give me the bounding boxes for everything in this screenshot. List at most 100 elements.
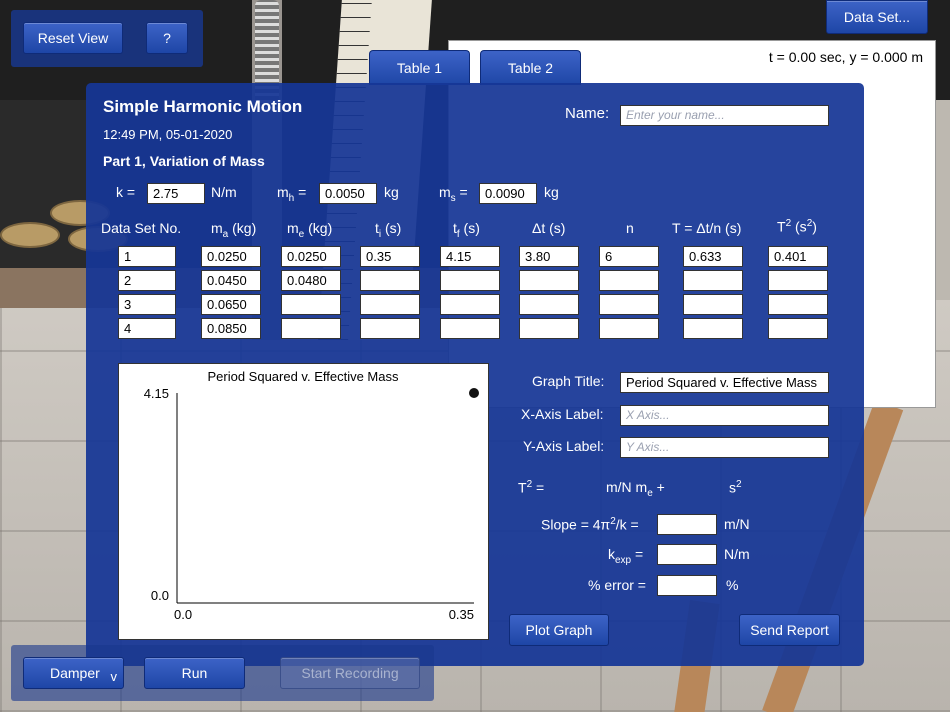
graph-plot: Period Squared v. Effective Mass 4.15 0.0 0… <box>118 363 489 640</box>
view-controls: Reset View ? <box>11 10 203 67</box>
cell-ma-row-2[interactable]: 0.0450 <box>201 270 261 291</box>
slope-input[interactable] <box>657 514 717 535</box>
chevron-down-icon: v <box>110 669 118 684</box>
ms-input[interactable]: 0.0090 <box>479 183 537 204</box>
cell-ti-row-3[interactable] <box>360 294 420 315</box>
cell-me-row-1[interactable]: 0.0250 <box>281 246 341 267</box>
kexp-label: kexp = <box>608 546 644 566</box>
name-input[interactable]: Enter your name... <box>620 105 829 126</box>
header-me: me (kg) <box>287 220 333 240</box>
y-tick-label-max: 4.15 <box>144 386 169 401</box>
damper-dropdown[interactable]: Damper v <box>23 657 124 689</box>
cell-n-row-4[interactable] <box>599 318 659 339</box>
cell-dt-row-2[interactable] <box>519 270 579 291</box>
header-ti: ti (s) <box>375 220 402 240</box>
name-label: Name: <box>565 105 610 122</box>
graph-title-input[interactable]: Period Squared v. Effective Mass <box>620 372 829 393</box>
mh-input[interactable]: 0.0050 <box>319 183 377 204</box>
equation-rhs: s2 <box>729 479 742 496</box>
cell-me-row-2[interactable]: 0.0480 <box>281 270 341 291</box>
cell-ti-row-2[interactable] <box>360 270 420 291</box>
data-set-button[interactable]: Data Set... <box>826 0 928 34</box>
error-input[interactable] <box>657 575 717 596</box>
run-button[interactable]: Run <box>144 657 245 689</box>
tab-table-2[interactable]: Table 2 <box>480 50 581 85</box>
x-tick-label-max: 0.35 <box>449 607 474 622</box>
cell-no-row-3[interactable]: 3 <box>118 294 176 315</box>
cell-T-row-1[interactable]: 0.633 <box>683 246 743 267</box>
cell-T2-row-1[interactable]: 0.401 <box>768 246 828 267</box>
header-n: n <box>626 220 634 236</box>
x-axis-input[interactable]: X Axis... <box>620 405 829 426</box>
cell-ti-row-4[interactable] <box>360 318 420 339</box>
start-recording-button[interactable]: Start Recording <box>280 657 420 689</box>
header-dataset: Data Set No. <box>101 220 182 236</box>
equation-mid: m/N me + <box>606 479 665 499</box>
k-label: k = <box>116 184 136 200</box>
graph-readout: t = 0.00 sec, y = 0.000 m <box>768 49 923 65</box>
kexp-unit: N/m <box>724 546 750 562</box>
plot-graph-button[interactable]: Plot Graph <box>509 614 609 646</box>
y-axis-input[interactable]: Y Axis... <box>620 437 829 458</box>
error-label: % error = <box>588 577 646 593</box>
cell-me-row-4[interactable] <box>281 318 341 339</box>
cell-ma-row-3[interactable]: 0.0650 <box>201 294 261 315</box>
help-button[interactable]: ? <box>146 22 188 54</box>
cell-n-row-3[interactable] <box>599 294 659 315</box>
cell-dt-row-3[interactable] <box>519 294 579 315</box>
chart-title: Period Squared v. Effective Mass <box>207 369 399 384</box>
cell-ma-row-1[interactable]: 0.0250 <box>201 246 261 267</box>
cell-n-row-1[interactable]: 6 <box>599 246 659 267</box>
header-dt: Δt (s) <box>532 220 566 236</box>
graph-title-label: Graph Title: <box>532 373 605 389</box>
cell-ti-row-1[interactable]: 0.35 <box>360 246 420 267</box>
cell-T2-row-2[interactable] <box>768 270 828 291</box>
k-unit: N/m <box>211 184 237 200</box>
cell-tf-row-1[interactable]: 4.15 <box>440 246 500 267</box>
cell-tf-row-3[interactable] <box>440 294 500 315</box>
kexp-input[interactable] <box>657 544 717 565</box>
header-tf: tf (s) <box>453 220 480 240</box>
cell-n-row-2[interactable] <box>599 270 659 291</box>
equation-lhs: T2 = <box>518 479 545 496</box>
mh-unit: kg <box>384 184 399 200</box>
lab-report-panel: Simple Harmonic Motion 12:49 PM, 05-01-2… <box>86 83 864 666</box>
slope-label: Slope = 4π2/k = <box>541 516 639 533</box>
reset-view-button[interactable]: Reset View <box>23 22 123 54</box>
ms-label: ms = <box>439 184 468 204</box>
header-ma: ma (kg) <box>211 220 257 240</box>
cell-dt-row-1[interactable]: 3.80 <box>519 246 579 267</box>
send-report-button[interactable]: Send Report <box>739 614 840 646</box>
cell-T-row-3[interactable] <box>683 294 743 315</box>
header-T: T = Δt/n (s) <box>672 220 742 236</box>
slope-unit: m/N <box>724 516 750 532</box>
cell-T-row-4[interactable] <box>683 318 743 339</box>
cell-tf-row-2[interactable] <box>440 270 500 291</box>
damper-label: Damper <box>50 665 100 681</box>
cell-T-row-2[interactable] <box>683 270 743 291</box>
k-input[interactable]: 2.75 <box>147 183 205 204</box>
y-axis-label: Y-Axis Label: <box>523 438 605 454</box>
x-axis-label: X-Axis Label: <box>521 406 604 422</box>
cell-no-row-2[interactable]: 2 <box>118 270 176 291</box>
header-T2: T2 (s2) <box>777 218 817 235</box>
cell-ma-row-4[interactable]: 0.0850 <box>201 318 261 339</box>
data-point <box>469 388 479 398</box>
ms-unit: kg <box>544 184 559 200</box>
error-unit: % <box>726 577 739 593</box>
cell-T2-row-3[interactable] <box>768 294 828 315</box>
cell-me-row-3[interactable] <box>281 294 341 315</box>
cell-no-row-1[interactable]: 1 <box>118 246 176 267</box>
panel-title: Simple Harmonic Motion <box>103 97 303 116</box>
cell-no-row-4[interactable]: 4 <box>118 318 176 339</box>
cell-tf-row-4[interactable] <box>440 318 500 339</box>
scatter-chart: Period Squared v. Effective Mass 4.15 0.0 0… <box>144 369 479 622</box>
y-tick-label-min: 0.0 <box>151 588 169 603</box>
cell-T2-row-4[interactable] <box>768 318 828 339</box>
mass-weight <box>0 222 60 248</box>
tab-table-1[interactable]: Table 1 <box>369 50 470 85</box>
x-tick-label-min: 0.0 <box>174 607 192 622</box>
timestamp: 12:49 PM, 05-01-2020 <box>103 127 233 142</box>
simulation-controls: Damper v Run Start Recording <box>11 645 434 701</box>
cell-dt-row-4[interactable] <box>519 318 579 339</box>
